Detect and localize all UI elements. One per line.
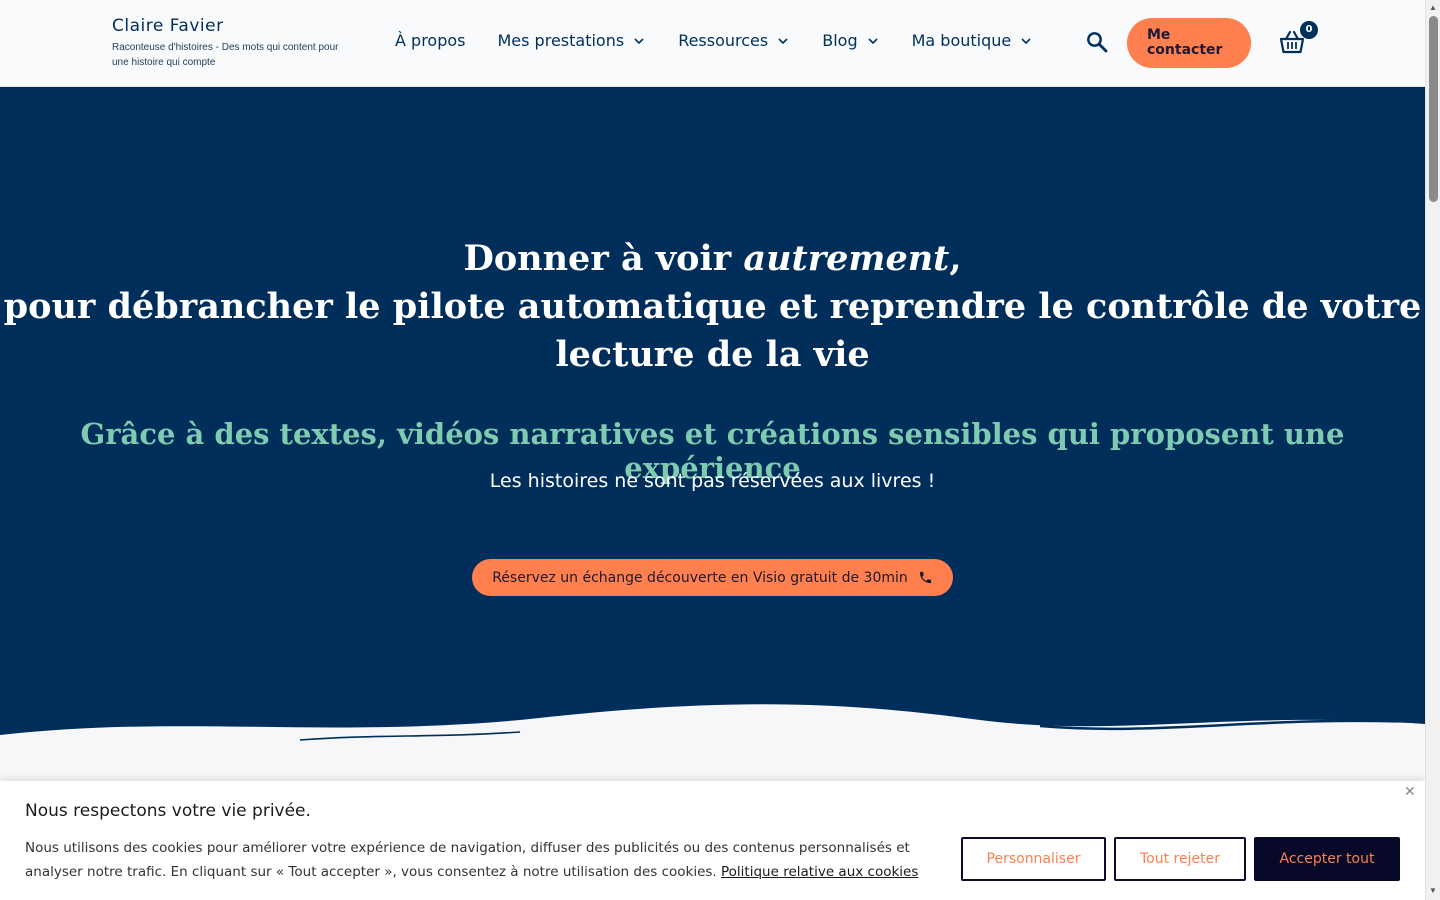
site-header: Claire Favier Raconteuse d'histoires - D… [0, 0, 1425, 87]
accept-all-button[interactable]: Accepter tout [1254, 837, 1400, 881]
nav-item-label: Blog [822, 31, 858, 50]
nav-item-label: Ma boutique [911, 31, 1012, 50]
reject-all-button[interactable]: Tout rejeter [1114, 837, 1246, 881]
nav-item-label: Ressources [678, 31, 769, 50]
cookie-title: Nous respectons votre vie privée. [25, 801, 311, 821]
book-call-label: Réservez un échange découverte en Visio … [492, 569, 908, 586]
scroll-down-arrow-icon[interactable]: ▼ [1429, 886, 1437, 895]
hero-title-line2: pour débrancher le pilote automatique et… [3, 286, 1422, 375]
page-scrollbar[interactable]: ▲ ▼ [1425, 0, 1440, 900]
nav-item-blog[interactable]: Blog [822, 31, 879, 50]
cookie-text: Nous utilisons des cookies pour améliore… [25, 836, 935, 884]
cart-count-badge: 0 [1300, 21, 1318, 39]
nav-item-a-propos[interactable]: À propos [395, 31, 465, 50]
hero-title-pre: Donner à voir [463, 238, 744, 279]
cookie-policy-link[interactable]: Politique relative aux cookies [721, 864, 918, 880]
main-nav: À propos Mes prestations Ressources Blog… [395, 31, 1033, 50]
hero-tagline: Les histoires ne sont pas réservées aux … [489, 470, 936, 492]
phone-icon [919, 571, 931, 584]
nav-item-ma-boutique[interactable]: Ma boutique [912, 31, 1034, 50]
chevron-down-icon [634, 37, 644, 44]
chevron-down-icon [778, 37, 788, 44]
hero-title-post: , [949, 238, 962, 279]
customize-button[interactable]: Personnaliser [961, 837, 1106, 881]
brand[interactable]: Claire Favier Raconteuse d'histoires - D… [112, 16, 342, 70]
scroll-up-arrow-icon[interactable]: ▲ [1429, 3, 1437, 12]
chevron-down-icon [1021, 37, 1031, 44]
hero-title-line1: Donner à voir autrement, [0, 235, 1425, 283]
search-icon[interactable] [1085, 30, 1109, 54]
nav-item-label: Mes prestations [497, 31, 625, 50]
hero-section: Donner à voir autrement, pour débrancher… [0, 87, 1425, 787]
close-icon[interactable]: ✕ [1404, 783, 1416, 800]
nav-item-mes-prestations[interactable]: Mes prestations [497, 31, 646, 50]
wave-divider [0, 700, 1425, 790]
contact-button[interactable]: Me contacter [1127, 18, 1251, 68]
nav-item-ressources[interactable]: Ressources [678, 31, 790, 50]
scrollbar-thumb[interactable] [1429, 16, 1438, 202]
hero-title: Donner à voir autrement, pour débrancher… [0, 235, 1425, 379]
hero-title-emphasis: autrement [743, 238, 950, 279]
nav-item-label: À propos [395, 31, 466, 50]
cookie-banner: ✕ Nous respectons votre vie privée. Nous… [0, 781, 1425, 900]
brand-name[interactable]: Claire Favier [112, 16, 342, 36]
book-call-button[interactable]: Réservez un échange découverte en Visio … [472, 559, 953, 596]
chevron-down-icon [868, 37, 878, 44]
brand-tagline: Raconteuse d'histoires - Des mots qui co… [112, 42, 339, 68]
